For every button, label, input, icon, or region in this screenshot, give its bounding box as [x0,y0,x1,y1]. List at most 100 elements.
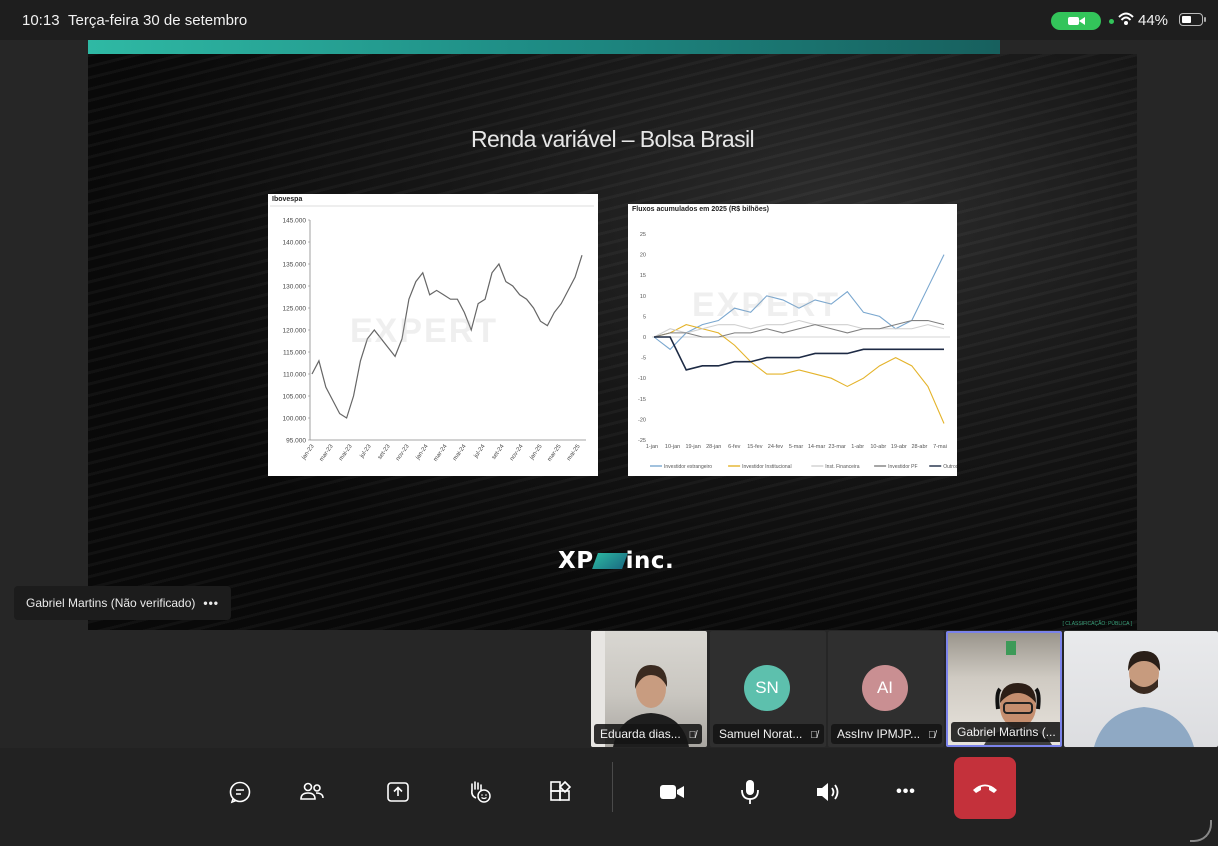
mic-muted-icon: 🎙̸ [688,730,697,741]
toolbar-divider [612,762,613,812]
presenter-name: Gabriel Martins (Não verificado) [26,596,196,610]
x-tick-label: mai-23 [338,443,354,462]
x-tick-label: mar-24 [433,443,449,463]
participant-tile-assinv[interactable]: AI AssInv IPMJP... 🎙̸ [828,631,944,747]
y-tick-label: 5 [643,314,646,320]
presenter-more-icon[interactable]: ••• [203,596,219,610]
x-tick-label: 10-abr [870,444,886,450]
y-tick-label: 20 [640,253,646,259]
y-tick-label: 15 [640,273,646,279]
microphone-button[interactable] [728,772,772,812]
y-tick-label: 135.000 [283,262,307,269]
x-tick-label: jan-23 [301,443,316,461]
participant-gallery: Eduarda dias... 🎙̸ SN Samuel Norat... 🎙̸ A… [0,630,1218,748]
y-tick-label: 25 [640,232,646,238]
react-raise-hand-button[interactable] [458,772,502,812]
x-tick-label: nov-24 [509,443,525,462]
avatar: AI [862,665,908,711]
xp-inc-logo: XP inc. [558,548,674,574]
mic-icon [741,780,759,804]
more-options-button[interactable]: ••• [884,772,928,812]
battery-percentage: 44% [1138,12,1169,29]
shared-slide: Renda variável – Bolsa Brasil 95.000 100.… [88,54,1137,630]
y-tick-label: 105.000 [283,394,307,401]
y-tick-label: 125.000 [283,306,307,313]
avatar: SN [744,665,790,711]
series-line-4 [654,336,944,371]
x-tick-label: 28-jan [706,444,721,450]
chat-button[interactable] [218,772,262,812]
battery-icon [1179,13,1206,26]
x-tick-label: 19-abr [891,444,907,450]
status-bar: 10:13 Terça-feira 30 de setembro 44% [0,0,1218,40]
x-tick-label: mai-24 [452,443,468,462]
participant-video [1094,651,1194,747]
y-tick-label: -10 [638,376,646,382]
recording-dot-icon [1109,19,1114,24]
meeting-toolbar: ••• [0,748,1218,846]
x-tick-label: mar-25 [547,443,563,463]
hang-up-button[interactable] [954,757,1016,819]
x-tick-label: set-23 [377,443,392,461]
y-tick-label: 120.000 [283,328,307,335]
x-tick-label: nov-23 [395,443,411,462]
x-tick-label: 1-abr [851,444,864,450]
participant-tile-self-view[interactable] [1064,631,1218,747]
participant-name-text: AssInv IPMJP... [837,727,921,741]
x-tick-label: mar-23 [319,443,335,463]
series-line-1 [653,324,945,424]
chat-icon [229,781,251,804]
x-tick-label: 6-fev [728,444,740,450]
x-tick-label: set-24 [491,443,506,461]
speaker-button[interactable] [806,772,850,812]
status-date: Terça-feira 30 de setembro [68,12,248,29]
y-tick-label: -20 [638,417,646,423]
presenter-label[interactable]: Gabriel Martins (Não verificado) ••• [14,586,231,620]
apps-button[interactable] [538,772,582,812]
x-tick-label: jan-24 [415,443,430,461]
chart-watermark: EXPERT [692,286,841,324]
x-tick-label: 10-jan [665,444,680,450]
more-icon: ••• [896,783,916,800]
hangup-icon [973,784,997,793]
x-tick-label: jul-24 [473,443,487,460]
y-tick-label: 100.000 [283,416,307,423]
x-tick-label: 5-mar [789,444,804,450]
people-icon [300,782,324,800]
participant-tile-samuel[interactable]: SN Samuel Norat... 🎙̸ [710,631,826,747]
x-tick-label: mai-25 [566,443,582,462]
raise-hand-icon [471,781,491,803]
apps-icon [550,780,572,801]
ibovespa-chart: 95.000 100.000 105.000 110.000 115.000 120.00… [268,194,598,476]
legend-label-3: Investidor PF [888,464,917,470]
x-tick-label: 23-mar [828,444,846,450]
x-tick-label: jan-25 [529,443,544,461]
y-tick-label: 145.000 [283,218,307,225]
participant-name-text: Eduarda dias... [600,727,681,741]
x-tick-label: 1-jan [646,444,658,450]
participant-name: AssInv IPMJP... 🎙̸ [831,724,942,744]
classification-label: [ CLASSIFICAÇÃO: PÚBLICA ] [1062,621,1132,627]
legend-label-2: Inst. Financeira [825,464,859,470]
window-resize-corner[interactable] [1190,820,1212,842]
x-tick-label: 19-jan [685,444,700,450]
y-tick-label: 140.000 [283,240,307,247]
ibovespa-chart-title: Ibovespa [272,196,303,203]
wifi-icon [1118,12,1134,25]
participant-name-text: Gabriel Martins (... [957,725,1056,739]
slide-title: Renda variável – Bolsa Brasil [470,126,755,152]
participant-tile-eduarda[interactable]: Eduarda dias... 🎙̸ [591,631,707,747]
x-tick-label: 24-fev [768,444,784,450]
y-tick-label: 95.000 [286,438,306,445]
legend-label-1: Investidor Institucional [742,464,791,470]
people-button[interactable] [290,772,334,812]
participant-tile-gabriel[interactable]: Gabriel Martins (... [946,631,1062,747]
y-tick-label: -25 [638,438,646,444]
x-tick-label: jul-23 [359,443,373,460]
status-time: 10:13 [22,12,60,29]
slide-top-accent-bar [88,40,1000,54]
x-tick-label: 28-abr [911,444,927,450]
share-button[interactable] [376,772,420,812]
camera-button[interactable] [650,772,694,812]
logo-right: inc. [625,548,675,574]
